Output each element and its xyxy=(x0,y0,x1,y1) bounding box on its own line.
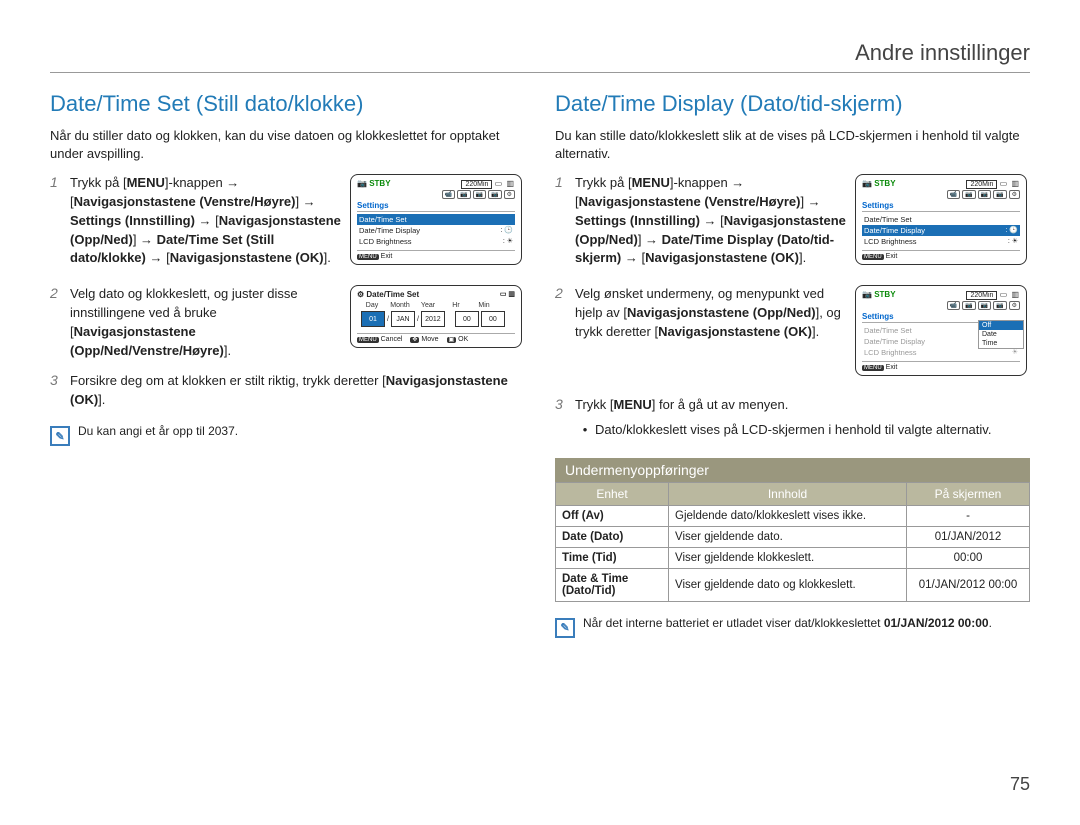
left-screen-2: ⚙ Date/Time Set▭ ▥ Day Month Year Hr Min… xyxy=(350,285,525,360)
menu-item: Date/Time Display: 🕒 xyxy=(357,225,515,236)
note-text: Du kan angi et år opp til 2037. xyxy=(78,424,238,438)
step-body: Trykk på [MENU]-knappen → [Navigasjonsta… xyxy=(575,174,855,273)
step-number: 2 xyxy=(555,285,575,384)
popup-item: Time xyxy=(979,339,1023,348)
camera-screen-settings: 📷 STBY220Min ▭ ▥ 📹📷📷📷⚙ Settings Date/Tim… xyxy=(855,174,1027,265)
table-header: Innhold xyxy=(669,482,907,505)
table-row: Date & Time (Dato/Tid)Viser gjeldende da… xyxy=(556,568,1030,601)
left-note: ✎ Du kan angi et år opp til 2037. xyxy=(50,424,525,446)
step-body: Velg ønsket undermeny, og menypunkt ved … xyxy=(575,285,855,384)
icon-row: 📹📷📷📷⚙ xyxy=(357,190,515,199)
popup-item: Date xyxy=(979,330,1023,339)
menu-item-selected: Date/Time Display: 🕒 xyxy=(862,225,1020,236)
content-columns: Date/Time Set (Still dato/klokke) Når du… xyxy=(50,91,1030,638)
note-icon: ✎ xyxy=(555,618,575,638)
right-column: Date/Time Display (Dato/tid-skjerm) Du k… xyxy=(555,91,1030,638)
right-heading: Date/Time Display (Dato/tid-skjerm) xyxy=(555,91,1030,117)
table-header: På skjermen xyxy=(907,482,1030,505)
step-body: Forsikre deg om at klokken er stilt rikt… xyxy=(70,372,525,410)
page-number: 75 xyxy=(1010,774,1030,795)
icon-row: 📹📷📷📷⚙ xyxy=(862,301,1020,310)
manual-page: Andre innstillinger Date/Time Set (Still… xyxy=(0,0,1080,825)
step-body: Trykk [MENU] for å gå ut av menyen. •Dat… xyxy=(575,396,1030,440)
note-icon: ✎ xyxy=(50,426,70,446)
right-step-3: 3 Trykk [MENU] for å gå ut av menyen. •D… xyxy=(555,396,1030,440)
camera-screen-popup: 📷 STBY220Min ▭ ▥ 📹📷📷📷⚙ Settings Date/Tim… xyxy=(855,285,1027,376)
menu-item-selected: Date/Time Set xyxy=(357,214,515,225)
menu-item: LCD Brightness: ☀ xyxy=(862,236,1020,247)
step-body: Velg dato og klokkeslett, og juster diss… xyxy=(70,285,350,360)
step-body: Trykk på [MENU]-knappen → [Navigasjonsta… xyxy=(70,174,350,273)
right-screen-1: 📷 STBY220Min ▭ ▥ 📹📷📷📷⚙ Settings Date/Tim… xyxy=(855,174,1030,273)
step-number: 2 xyxy=(50,285,70,360)
submenu-table: Enhet Innhold På skjermen Off (Av)Gjelde… xyxy=(555,482,1030,602)
right-intro: Du kan stille dato/klokkeslett slik at d… xyxy=(555,127,1030,162)
camera-screen-settings: 📷 STBY220Min ▭ ▥ 📹📷📷📷⚙ Settings Date/Tim… xyxy=(350,174,522,265)
left-step-2: 2 Velg dato og klokkeslett, og juster di… xyxy=(50,285,525,360)
right-step-2: 2 Velg ønsket undermeny, og menypunkt ve… xyxy=(555,285,1030,384)
step-number: 3 xyxy=(50,372,70,410)
menu-item: LCD Brightness: ☀ xyxy=(357,236,515,247)
popup-item-selected: Off xyxy=(979,321,1023,330)
icon-row: 📹📷📷📷⚙ xyxy=(862,190,1020,199)
table-row: Off (Av)Gjeldende dato/klokkeslett vises… xyxy=(556,505,1030,526)
table-header: Enhet xyxy=(556,482,669,505)
left-step-1: 1 Trykk på [MENU]-knappen → [Navigasjons… xyxy=(50,174,525,273)
right-note: ✎ Når det interne batteriet er utladet v… xyxy=(555,616,1030,638)
left-heading: Date/Time Set (Still dato/klokke) xyxy=(50,91,525,117)
right-step-1: 1 Trykk på [MENU]-knappen → [Navigasjons… xyxy=(555,174,1030,273)
left-column: Date/Time Set (Still dato/klokke) Når du… xyxy=(50,91,525,638)
step-number: 3 xyxy=(555,396,575,440)
right-screen-2: 📷 STBY220Min ▭ ▥ 📹📷📷📷⚙ Settings Date/Tim… xyxy=(855,285,1030,384)
settings-label: Settings xyxy=(357,201,515,212)
left-step-3: 3 Forsikre deg om at klokken er stilt ri… xyxy=(50,372,525,410)
left-intro: Når du stiller dato og klokken, kan du v… xyxy=(50,127,525,162)
note-text: Når det interne batteriet er utladet vis… xyxy=(583,616,992,630)
menu-item: Date/Time Set xyxy=(862,214,1020,225)
settings-label: Settings xyxy=(862,201,1020,212)
step-number: 1 xyxy=(555,174,575,273)
step-number: 1 xyxy=(50,174,70,273)
table-row: Date (Dato)Viser gjeldende dato.01/JAN/2… xyxy=(556,526,1030,547)
table-row: Time (Tid)Viser gjeldende klokkeslett.00… xyxy=(556,547,1030,568)
page-header: Andre innstillinger xyxy=(50,40,1030,73)
popup-menu: Off Date Time xyxy=(978,320,1024,349)
step-bullet: Dato/klokkeslett vises på LCD-skjermen i… xyxy=(595,421,991,440)
camera-screen-datetime-set: ⚙ Date/Time Set▭ ▥ Day Month Year Hr Min… xyxy=(350,285,522,348)
left-screen-1: 📷 STBY220Min ▭ ▥ 📹📷📷📷⚙ Settings Date/Tim… xyxy=(350,174,525,273)
submenu-heading: Undermenyoppføringer xyxy=(555,458,1030,482)
